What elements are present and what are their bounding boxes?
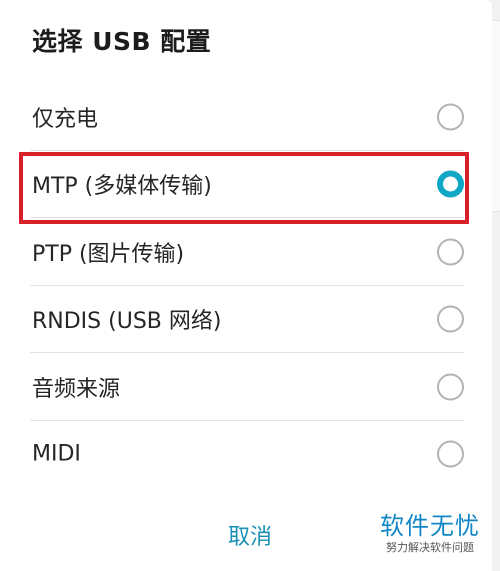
dialog-title: 选择 USB 配置 <box>32 27 212 56</box>
option-audio-source[interactable]: 音频来源 <box>0 353 492 421</box>
watermark-sub: 努力解决软件问题 <box>386 541 474 554</box>
usb-option-list: 仅充电 MTP (多媒体传输) PTP (图片传输) RNDIS (USB 网络… <box>0 83 492 488</box>
option-midi[interactable]: MIDI <box>0 421 492 489</box>
radio-button-icon[interactable] <box>437 305 464 333</box>
option-ptp[interactable]: PTP (图片传输) <box>0 218 492 286</box>
selection-highlight-box <box>19 152 469 224</box>
option-rndis[interactable]: RNDIS (USB 网络) <box>0 286 492 354</box>
radio-button-icon[interactable] <box>437 103 464 131</box>
option-label: 仅充电 <box>32 106 99 132</box>
usb-config-dialog: 选择 USB 配置 仅充电 MTP (多媒体传输) PTP (图片传输) RND… <box>0 0 492 571</box>
watermark: 软件无忧 努力解决软件问题 <box>378 512 482 556</box>
option-label: 音频来源 <box>32 376 121 402</box>
watermark-main: 软件无忧 <box>380 512 480 540</box>
radio-button-icon[interactable] <box>437 373 464 401</box>
radio-button-icon[interactable] <box>437 238 464 266</box>
option-label: PTP (图片传输) <box>32 241 185 267</box>
option-label: MIDI <box>32 441 81 467</box>
radio-button-icon[interactable] <box>437 440 464 468</box>
option-label: RNDIS (USB 网络) <box>32 309 222 335</box>
option-charge-only[interactable]: 仅充电 <box>0 83 492 151</box>
cancel-button[interactable]: 取消 <box>200 518 300 558</box>
